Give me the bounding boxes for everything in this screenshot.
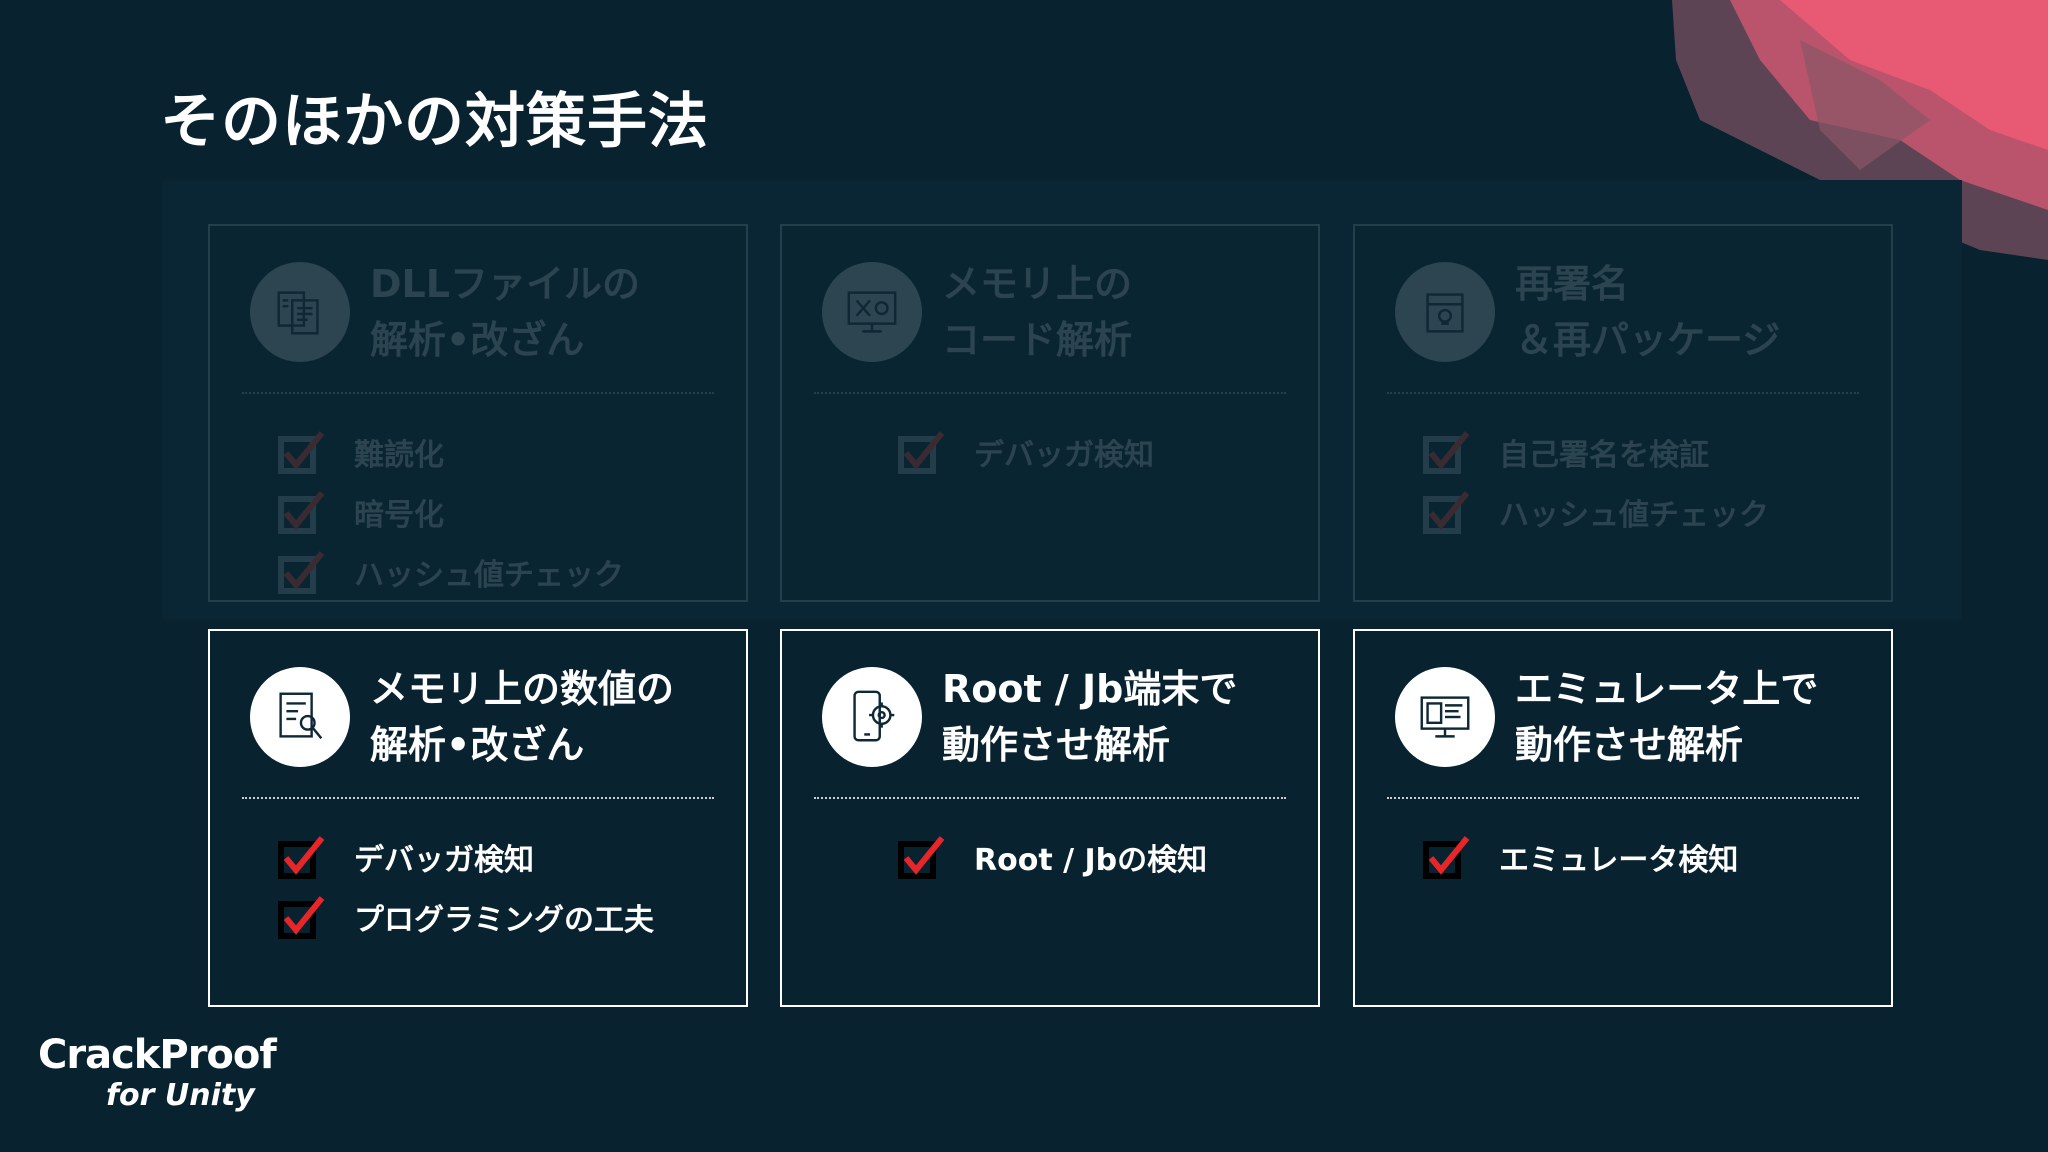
divider — [242, 392, 714, 394]
item-label: ハッシュ値チェック — [1499, 498, 1769, 533]
document-wrench-icon — [250, 667, 350, 767]
item-label: ハッシュ値チェック — [354, 558, 624, 593]
checkbox-check-icon — [278, 491, 325, 534]
check-list: Root / Jbの検知 — [898, 827, 1308, 887]
checkbox-check-icon — [898, 431, 945, 474]
monitor-tools-icon — [822, 262, 922, 362]
logo-main-text: CrackProof — [38, 1032, 277, 1078]
card-title: DLLファイルの 解析•改ざん — [370, 262, 640, 362]
check-list: 自己署名を検証 ハッシュ値チェック — [1423, 422, 1881, 542]
check-list: エミュレータ検知 — [1423, 827, 1881, 887]
card-memory-code-analysis: メモリ上の コード解析 デバッガ検知 — [780, 224, 1320, 602]
checkbox-check-icon — [278, 431, 325, 474]
slide: そのほかの対策手法 DLLファイルの 解析•改ざん 難読化 暗号化 ハッシュ値チ… — [0, 0, 2048, 1152]
desktop-monitor-icon — [1395, 667, 1495, 767]
document-code-icon — [250, 262, 350, 362]
logo-sub-text: for Unity — [106, 1078, 255, 1113]
card-title: エミュレータ上で 動作させ解析 — [1515, 667, 1819, 767]
divider — [814, 392, 1286, 394]
package-skull-icon — [1395, 262, 1495, 362]
item-label: 自己署名を検証 — [1499, 438, 1709, 473]
checkbox-check-icon — [1423, 836, 1470, 879]
page-title: そのほかの対策手法 — [160, 87, 709, 157]
list-item: ハッシュ値チェック — [278, 542, 736, 602]
list-item: 難読化 — [278, 422, 736, 482]
list-item: デバッガ検知 — [898, 422, 1308, 482]
check-list: デバッガ検知 プログラミングの工夫 — [278, 827, 736, 947]
card-emulator-analysis: エミュレータ上で 動作させ解析 エミュレータ検知 — [1353, 629, 1893, 1007]
item-label: エミュレータ検知 — [1499, 843, 1739, 878]
list-item: 暗号化 — [278, 482, 736, 542]
card-resign-repackage: 再署名 ＆再パッケージ 自己署名を検証 ハッシュ値チェック — [1353, 224, 1893, 602]
card-dll-analysis: DLLファイルの 解析•改ざん 難読化 暗号化 ハッシュ値チェック — [208, 224, 748, 602]
item-label: デバッガ検知 — [354, 843, 534, 878]
list-item: プログラミングの工夫 — [278, 887, 736, 947]
card-root-jailbreak-analysis: Root / Jb端末で 動作させ解析 Root / Jbの検知 — [780, 629, 1320, 1007]
check-list: 難読化 暗号化 ハッシュ値チェック — [278, 422, 736, 602]
divider — [814, 797, 1286, 799]
list-item: エミュレータ検知 — [1423, 827, 1881, 887]
list-item: ハッシュ値チェック — [1423, 482, 1881, 542]
checkbox-check-icon — [898, 836, 945, 879]
item-label: 難読化 — [354, 438, 444, 473]
list-item: 自己署名を検証 — [1423, 422, 1881, 482]
card-memory-value-tampering: メモリ上の数値の 解析•改ざん デバッガ検知 プログラミングの工夫 — [208, 629, 748, 1007]
phone-gear-icon — [822, 667, 922, 767]
card-title: メモリ上の数値の 解析•改ざん — [370, 667, 675, 767]
item-label: Root / Jbの検知 — [974, 843, 1208, 878]
item-label: プログラミングの工夫 — [354, 903, 654, 938]
brand-logo: CrackProof for Unity — [38, 1032, 277, 1114]
divider — [242, 797, 714, 799]
check-list: デバッガ検知 — [898, 422, 1308, 482]
divider — [1387, 392, 1859, 394]
checkbox-check-icon — [278, 836, 325, 879]
card-title: Root / Jb端末で 動作させ解析 — [942, 667, 1238, 767]
checkbox-check-icon — [278, 551, 325, 594]
item-label: デバッガ検知 — [974, 438, 1154, 473]
checkbox-check-icon — [1423, 431, 1470, 474]
list-item: デバッガ検知 — [278, 827, 736, 887]
item-label: 暗号化 — [354, 498, 444, 533]
checkbox-check-icon — [1423, 491, 1470, 534]
card-title: メモリ上の コード解析 — [942, 262, 1133, 362]
card-title: 再署名 ＆再パッケージ — [1515, 262, 1781, 362]
divider — [1387, 797, 1859, 799]
checkbox-check-icon — [278, 896, 325, 939]
list-item: Root / Jbの検知 — [898, 827, 1308, 887]
